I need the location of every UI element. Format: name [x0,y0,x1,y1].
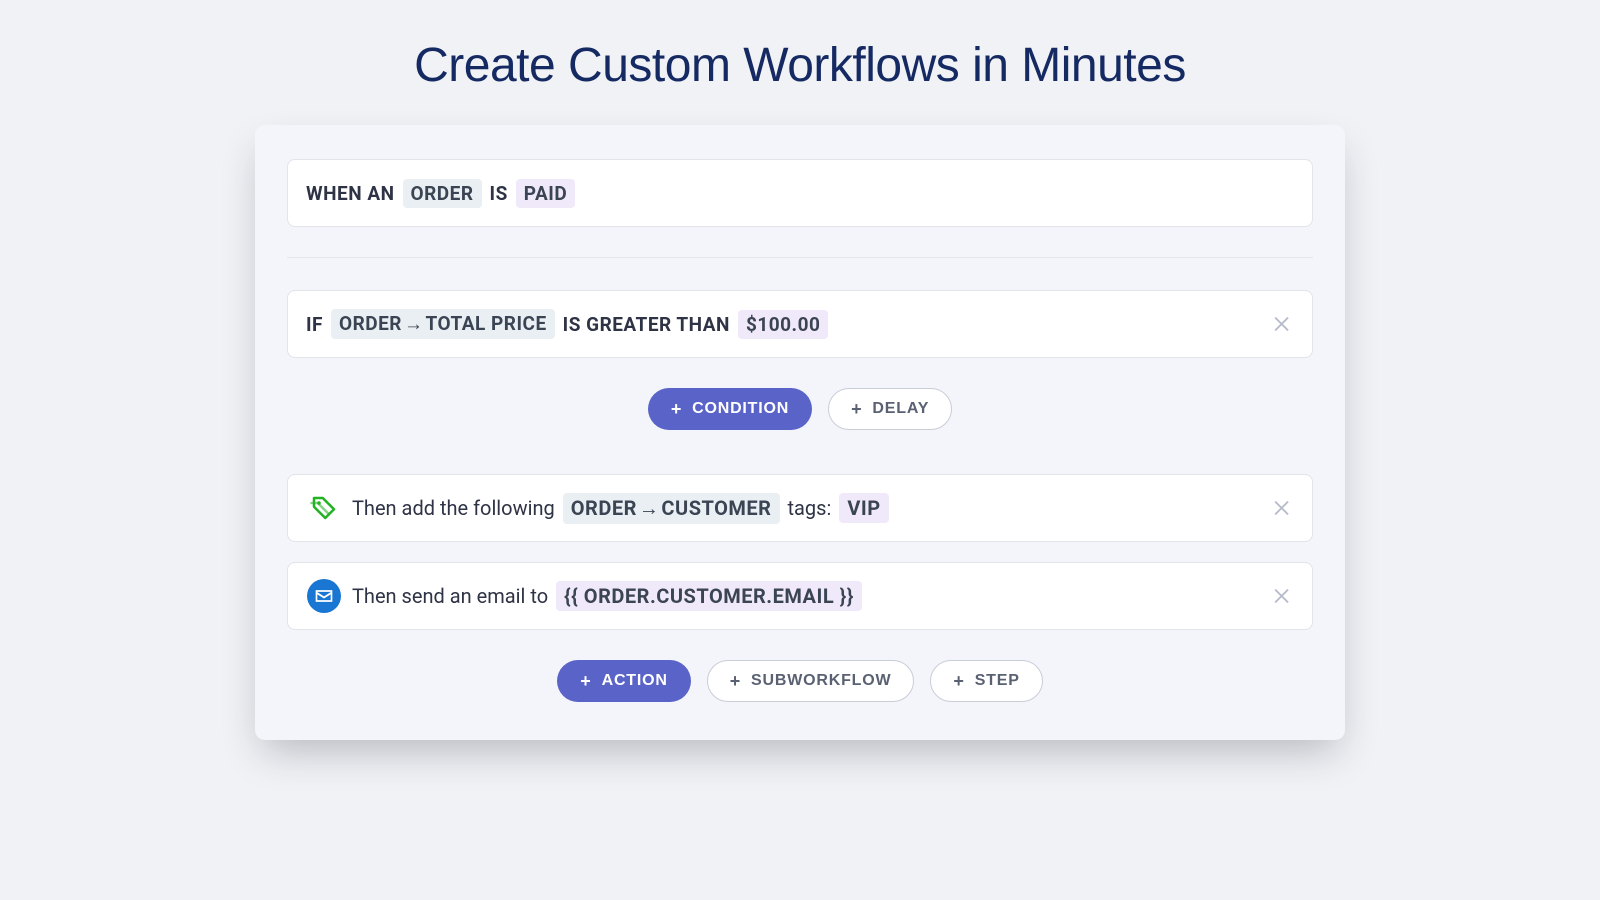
plus-icon: + [730,672,741,690]
add-delay-label: DELAY [872,400,929,418]
close-icon [1271,497,1293,519]
add-subworkflow-label: SUBWORKFLOW [751,672,891,690]
trigger-prefix: WHEN AN [306,182,395,205]
add-step-button[interactable]: + STEP [930,660,1042,702]
action-tag-value-token[interactable]: VIP [839,493,888,523]
condition-path-a: ORDER [339,312,402,335]
remove-action-email-button[interactable] [1268,582,1296,610]
add-action-label: ACTION [602,672,668,690]
action-tag-path-token[interactable]: ORDER→CUSTOMER [563,493,780,524]
condition-path-b: TOTAL PRICE [425,312,546,335]
section-divider [287,257,1313,258]
arrow-icon: → [639,496,660,520]
add-subworkflow-button[interactable]: + SUBWORKFLOW [707,660,915,702]
trigger-verb: IS [490,182,508,205]
add-condition-button[interactable]: + CONDITION [648,388,812,430]
remove-condition-button[interactable] [1268,310,1296,338]
add-delay-button[interactable]: + DELAY [828,388,952,430]
action-email-card[interactable]: Then send an email to {{ ORDER.CUSTOMER.… [287,562,1313,630]
plus-icon: + [580,672,591,690]
tag-icon [306,490,342,526]
plus-icon: + [953,672,964,690]
condition-value-token[interactable]: $100.00 [738,310,828,339]
close-icon [1271,313,1293,335]
action-tag-suffix: tags: [788,496,832,520]
action-tag-card[interactable]: Then add the following ORDER→CUSTOMER ta… [287,474,1313,542]
action-button-row: + ACTION + SUBWORKFLOW + STEP [287,660,1313,702]
workflow-canvas: WHEN AN ORDER IS PAID IF ORDER→TOTAL PRI… [255,125,1345,740]
mail-icon [306,578,342,614]
remove-action-tag-button[interactable] [1268,494,1296,522]
add-action-button[interactable]: + ACTION [557,660,690,702]
plus-icon: + [851,400,862,418]
trigger-entity-token[interactable]: ORDER [403,179,482,208]
action-tag-prefix: Then add the following [352,496,555,520]
condition-button-row: + CONDITION + DELAY [287,388,1313,430]
condition-card[interactable]: IF ORDER→TOTAL PRICE IS GREATER THAN $10… [287,290,1313,358]
page-title: Create Custom Workflows in Minutes [0,0,1600,93]
condition-prefix: IF [306,313,323,336]
add-step-label: STEP [975,672,1020,690]
trigger-state-token[interactable]: PAID [516,179,575,208]
action-tag-path-b: CUSTOMER [661,496,771,520]
condition-comparator: IS GREATER THAN [563,313,730,336]
add-condition-label: CONDITION [692,400,789,418]
arrow-icon: → [404,312,424,335]
trigger-card[interactable]: WHEN AN ORDER IS PAID [287,159,1313,227]
close-icon [1271,585,1293,607]
action-tag-path-a: ORDER [571,496,637,520]
condition-path-token[interactable]: ORDER→TOTAL PRICE [331,309,555,339]
action-email-prefix: Then send an email to [352,584,548,608]
plus-icon: + [671,400,682,418]
action-email-target-token[interactable]: {{ ORDER.CUSTOMER.EMAIL }} [556,581,862,611]
